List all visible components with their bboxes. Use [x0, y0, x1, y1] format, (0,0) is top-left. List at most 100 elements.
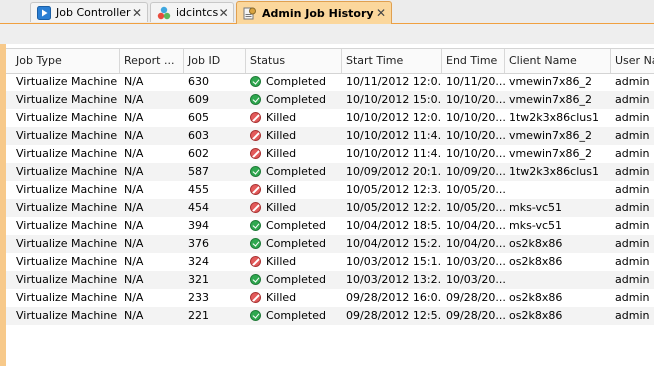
close-icon[interactable]: ✕ — [131, 6, 143, 20]
end-time-cell: 10/03/20... — [446, 255, 505, 268]
job-id-cell: 394 — [188, 219, 209, 232]
killed-icon — [250, 184, 261, 195]
user-name-cell: admin — [615, 93, 650, 106]
table-row[interactable]: Virtualize Machine N/A 233 Killed 09/28/2012… — [6, 289, 654, 307]
job-id-cell: 376 — [188, 237, 209, 250]
client-name-cell: 1tw2k3x86clus1 — [509, 165, 599, 178]
table-row[interactable]: Virtualize Machine N/A 630 Completed 10/11/2… — [6, 73, 654, 91]
check-circle-icon — [250, 166, 261, 177]
end-time-cell: 10/10/20... — [446, 93, 505, 106]
column-header-job-type[interactable]: Job Type — [12, 49, 120, 73]
report-cell: N/A — [124, 219, 144, 232]
start-time-cell: 10/10/2012 12:0... — [346, 111, 442, 124]
check-circle-icon — [250, 310, 261, 321]
job-type-cell: Virtualize Machine — [16, 183, 118, 196]
tab-job-controller[interactable]: Job Controller ✕ — [30, 2, 148, 22]
client-name-cell: vmewin7x86_2 — [509, 93, 593, 106]
user-name-cell: admin — [615, 237, 650, 250]
table-row[interactable]: Virtualize Machine N/A 602 Killed 10/10/2012… — [6, 145, 654, 163]
table-row[interactable]: Virtualize Machine N/A 394 Completed 10/04/2… — [6, 217, 654, 235]
job-type-cell: Virtualize Machine — [16, 129, 118, 142]
user-name-cell: admin — [615, 129, 650, 142]
table-row[interactable]: Virtualize Machine N/A 376 Completed 10/04/2… — [6, 235, 654, 253]
end-time-cell: 10/04/20... — [446, 237, 505, 250]
column-header-start-time[interactable]: Start Time — [342, 49, 442, 73]
end-time-cell: 10/11/20... — [446, 75, 505, 88]
status-cell: Killed — [246, 289, 342, 307]
job-id-cell: 455 — [188, 183, 209, 196]
status-label: Killed — [266, 201, 297, 214]
end-time-cell: 09/28/20... — [446, 291, 505, 304]
status-label: Killed — [266, 111, 297, 124]
status-label: Killed — [266, 291, 297, 304]
tab-bar: Job Controller ✕ idcintcs ✕ Admin Job Hi… — [0, 0, 654, 24]
tab-idcintcs[interactable]: idcintcs ✕ — [150, 2, 234, 22]
report-cell: N/A — [124, 75, 144, 88]
report-cell: N/A — [124, 129, 144, 142]
job-id-cell: 233 — [188, 291, 209, 304]
user-name-cell: admin — [615, 147, 650, 160]
status-cell: Completed — [246, 235, 342, 253]
job-type-cell: Virtualize Machine — [16, 75, 118, 88]
job-history-table: Job Type Report ... Job ID Status Start … — [0, 44, 654, 366]
table-row[interactable]: Virtualize Machine N/A 454 Killed 10/05/2012… — [6, 199, 654, 217]
start-time-cell: 10/10/2012 15:0... — [346, 93, 442, 106]
job-type-cell: Virtualize Machine — [16, 273, 118, 286]
status-label: Killed — [266, 255, 297, 268]
report-cell: N/A — [124, 309, 144, 322]
table-row[interactable]: Virtualize Machine N/A 605 Killed 10/10/2012… — [6, 109, 654, 127]
status-cell: Killed — [246, 145, 342, 163]
tab-admin-job-history[interactable]: Admin Job History ✕ — [236, 1, 392, 24]
start-time-cell: 10/10/2012 11:4... — [346, 147, 442, 160]
column-header-user-name[interactable]: User Name — [611, 49, 654, 73]
status-cell: Completed — [246, 217, 342, 235]
status-label: Killed — [266, 183, 297, 196]
column-header-status[interactable]: Status — [246, 49, 342, 73]
status-label: Completed — [266, 309, 326, 322]
table-row[interactable]: Virtualize Machine N/A 221 Completed 09/28/2… — [6, 307, 654, 325]
report-cell: N/A — [124, 255, 144, 268]
admin-job-history-icon — [243, 7, 256, 20]
end-time-cell: 10/05/20... — [446, 183, 505, 196]
tab-label: idcintcs — [176, 6, 219, 19]
end-time-cell: 10/05/20... — [446, 201, 505, 214]
status-cell: Killed — [246, 199, 342, 217]
job-type-cell: Virtualize Machine — [16, 147, 118, 160]
table-row[interactable]: Virtualize Machine N/A 321 Completed 10/03/2… — [6, 271, 654, 289]
start-time-cell: 09/28/2012 12:5... — [346, 309, 442, 322]
table-row[interactable]: Virtualize Machine N/A 324 Killed 10/03/2012… — [6, 253, 654, 271]
table-row[interactable]: Virtualize Machine N/A 455 Killed 10/05/2012… — [6, 181, 654, 199]
status-label: Killed — [266, 129, 297, 142]
end-time-cell: 10/03/20... — [446, 273, 505, 286]
user-name-cell: admin — [615, 183, 650, 196]
user-name-cell: admin — [615, 255, 650, 268]
client-name-cell: mks-vc51 — [509, 219, 563, 232]
table-row[interactable]: Virtualize Machine N/A 587 Completed 10/09/2… — [6, 163, 654, 181]
close-icon[interactable]: ✕ — [375, 6, 387, 20]
column-header-end-time[interactable]: End Time — [442, 49, 505, 73]
status-label: Completed — [266, 219, 326, 232]
close-icon[interactable]: ✕ — [218, 6, 229, 20]
status-label: Killed — [266, 147, 297, 160]
start-time-cell: 10/04/2012 18:5... — [346, 219, 442, 232]
status-label: Completed — [266, 93, 326, 106]
start-time-cell: 10/05/2012 12:2... — [346, 201, 442, 214]
table-row[interactable]: Virtualize Machine N/A 603 Killed 10/10/2012… — [6, 127, 654, 145]
check-circle-icon — [250, 220, 261, 231]
table-row[interactable]: Virtualize Machine N/A 609 Completed 10/10/2… — [6, 91, 654, 109]
killed-icon — [250, 148, 261, 159]
column-header-report[interactable]: Report ... — [120, 49, 184, 73]
status-label: Completed — [266, 75, 326, 88]
user-name-cell: admin — [615, 201, 650, 214]
job-type-cell: Virtualize Machine — [16, 93, 118, 106]
column-header-client-name[interactable]: Client Name — [505, 49, 611, 73]
user-name-cell: admin — [615, 219, 650, 232]
column-header-job-id[interactable]: Job ID — [184, 49, 246, 73]
end-time-cell: 09/28/20... — [446, 309, 505, 322]
status-cell: Completed — [246, 91, 342, 109]
client-name-cell: os2k8x86 — [509, 255, 563, 268]
check-circle-icon — [250, 94, 261, 105]
start-time-cell: 10/10/2012 11:4... — [346, 129, 442, 142]
commcell-icon — [157, 6, 171, 19]
end-time-cell: 10/04/20... — [446, 219, 505, 232]
